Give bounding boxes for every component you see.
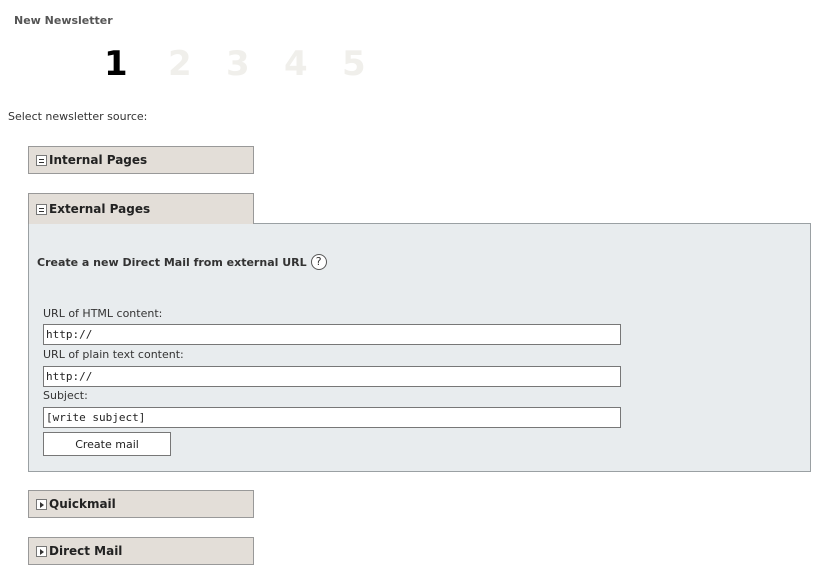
source-label: Select newsletter source: — [8, 110, 148, 123]
help-icon[interactable]: ? — [310, 254, 327, 270]
step-2[interactable]: 2 — [168, 44, 226, 84]
html-url-label: URL of HTML content: — [43, 307, 163, 320]
section-external-pages[interactable]: External Pages — [28, 193, 254, 224]
collapse-icon[interactable] — [36, 203, 47, 215]
expand-icon[interactable] — [36, 545, 47, 557]
section-quickmail[interactable]: Quickmail — [28, 490, 254, 518]
section-label: Quickmail — [49, 497, 116, 511]
section-internal-pages[interactable]: Internal Pages — [28, 146, 254, 174]
subject-input[interactable] — [43, 407, 621, 428]
plain-url-label: URL of plain text content: — [43, 348, 184, 361]
plain-url-input[interactable] — [43, 366, 621, 387]
create-mail-button[interactable]: Create mail — [43, 432, 171, 456]
section-label: External Pages — [49, 202, 151, 216]
page-title: New Newsletter — [14, 14, 113, 27]
expand-icon[interactable] — [36, 498, 47, 510]
section-direct-mail[interactable]: Direct Mail — [28, 537, 254, 565]
subject-label: Subject: — [43, 389, 88, 402]
html-url-input[interactable] — [43, 324, 621, 345]
step-1: 1 — [104, 44, 128, 84]
section-label: Internal Pages — [49, 153, 148, 167]
external-pages-panel: Create a new Direct Mail from external U… — [28, 223, 811, 472]
step-4[interactable]: 4 — [284, 44, 342, 84]
step-3[interactable]: 3 — [226, 44, 284, 84]
step-5[interactable]: 5 — [342, 44, 400, 84]
step-indicator: 1 2 3 4 5 — [104, 44, 400, 84]
panel-heading-text: Create a new Direct Mail from external U… — [37, 255, 307, 269]
panel-heading: Create a new Direct Mail from external U… — [37, 254, 327, 270]
collapse-icon[interactable] — [36, 154, 47, 166]
section-label: Direct Mail — [49, 544, 123, 558]
